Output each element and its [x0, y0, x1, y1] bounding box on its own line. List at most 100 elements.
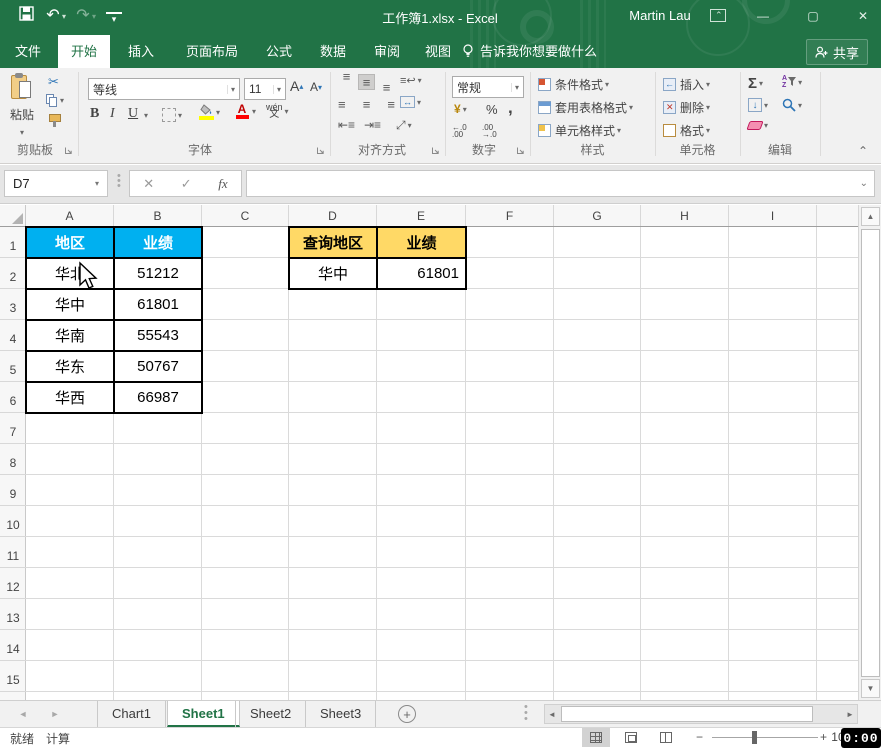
formula-input[interactable]: ⌄ [246, 170, 875, 197]
format-painter-button[interactable] [48, 114, 61, 127]
vertical-scrollbar-thumb[interactable] [861, 229, 880, 677]
align-left-button[interactable] [338, 96, 355, 112]
close-button[interactable]: ✕ [848, 4, 878, 28]
italic-button[interactable]: I [110, 106, 115, 122]
column-header-c[interactable]: C [202, 205, 289, 226]
row-header[interactable]: 3 [0, 289, 26, 320]
horizontal-scrollbar[interactable]: ◄ ► [544, 704, 858, 724]
scroll-down-button[interactable]: ▼ [861, 679, 880, 698]
row-header[interactable]: 13 [0, 599, 26, 630]
tab-view[interactable]: 视图 [412, 35, 464, 68]
region-table-header-cell[interactable]: 地区 [26, 227, 114, 258]
fill-color-button[interactable] [198, 104, 220, 120]
row-header[interactable]: 9 [0, 475, 26, 506]
collapse-ribbon-button[interactable] [858, 144, 868, 154]
row-header[interactable]: 11 [0, 537, 26, 568]
undo-button[interactable]: ↶ [44, 6, 62, 26]
phonetic-guide-button[interactable]: wén文 [266, 104, 289, 118]
wrap-text-button[interactable]: ≡↩ [400, 74, 422, 87]
increase-decimal-button[interactable]: ←.0.00 [452, 124, 467, 138]
increase-indent-button[interactable]: ⇥≡ [364, 118, 381, 132]
cell-e2[interactable]: 61801 [377, 258, 466, 289]
maximize-button[interactable]: ▢ [798, 4, 828, 28]
column-header-a[interactable]: A [26, 205, 114, 226]
tab-formulas[interactable]: 公式 [252, 35, 306, 68]
zoom-slider-thumb[interactable] [752, 731, 757, 744]
alignment-dialog-launcher[interactable] [431, 144, 441, 154]
cell-b4[interactable]: 55543 [114, 320, 202, 351]
name-box[interactable]: D7 ▾ [4, 170, 108, 197]
sheet-tab-chart1[interactable]: Chart1 [97, 701, 166, 727]
expand-formula-bar-button[interactable]: ⌄ [860, 178, 868, 189]
row-header[interactable]: 2 [0, 258, 26, 289]
clipboard-dialog-launcher[interactable] [64, 144, 74, 154]
orientation-button[interactable]: ⤢ [396, 118, 412, 133]
cell-d2[interactable]: 华中 [289, 258, 377, 289]
minimize-button[interactable]: — [748, 4, 778, 28]
align-right-button[interactable] [378, 96, 395, 112]
scroll-up-button[interactable]: ▲ [861, 207, 880, 226]
format-cells-button[interactable]: 格式 [663, 122, 710, 139]
align-bottom-button[interactable] [378, 74, 395, 90]
sheet-nav-left[interactable]: ◄ [12, 701, 34, 727]
autosum-button[interactable]: Σ [748, 75, 763, 92]
paste-dropdown[interactable] [20, 124, 24, 138]
align-top-button[interactable] [338, 74, 355, 90]
region-table-header-cell[interactable]: 业绩 [114, 227, 202, 258]
save-button[interactable] [16, 6, 36, 27]
insert-function-button[interactable]: fx [218, 176, 227, 192]
row-header[interactable]: 7 [0, 413, 26, 444]
cell-a3[interactable]: 华中 [26, 289, 114, 320]
cell-a2[interactable]: 华北 [26, 258, 114, 289]
sort-filter-button[interactable]: AZ [782, 75, 802, 89]
underline-button[interactable]: U [128, 106, 138, 122]
font-dialog-launcher[interactable] [316, 144, 326, 154]
cell-b2[interactable]: 51212 [114, 258, 202, 289]
select-all-corner[interactable] [0, 205, 26, 226]
column-header-i[interactable]: I [729, 205, 817, 226]
tab-home[interactable]: 开始 [58, 35, 110, 68]
column-header-b[interactable]: B [114, 205, 202, 226]
cell-b3[interactable]: 61801 [114, 289, 202, 320]
font-family-select[interactable]: 等线▾ [88, 78, 240, 100]
merge-center-button[interactable]: ↔ [400, 96, 421, 108]
cell-a6[interactable]: 华西 [26, 382, 114, 413]
bold-button[interactable]: B [90, 106, 99, 122]
sheet-tab-sheet2[interactable]: Sheet2 [235, 701, 306, 727]
tell-me-box[interactable]: 告诉我你想要做什么 [462, 35, 597, 68]
confirm-entry-button[interactable]: ✓ [181, 176, 192, 192]
ribbon-display-options-icon[interactable] [710, 9, 726, 22]
percent-style-button[interactable]: % [486, 102, 498, 117]
tab-data[interactable]: 数据 [306, 35, 360, 68]
row-header[interactable]: 5 [0, 351, 26, 382]
column-header-f[interactable]: F [466, 205, 554, 226]
name-box-dropdown[interactable]: ▾ [95, 179, 99, 188]
column-header-d[interactable]: D [289, 205, 377, 226]
row-header[interactable]: 6 [0, 382, 26, 413]
decrease-decimal-button[interactable]: .00→.0 [482, 124, 497, 138]
shrink-font-button[interactable]: A▾ [310, 80, 322, 94]
sheet-nav-right[interactable]: ► [44, 701, 66, 727]
accounting-format-button[interactable]: ¥ [454, 102, 467, 116]
row-header[interactable]: 14 [0, 630, 26, 661]
qat-customize-button[interactable]: ▾ [106, 12, 122, 24]
undo-dropdown[interactable]: ▾ [62, 12, 66, 21]
find-select-button[interactable] [782, 98, 802, 112]
share-button[interactable]: 共享 [806, 39, 868, 65]
user-account[interactable]: Martin Lau [620, 8, 700, 23]
tab-file[interactable]: 文件 [0, 35, 56, 68]
align-center-button[interactable] [358, 96, 375, 112]
vertical-scrollbar[interactable]: ▲ ▼ [858, 205, 881, 700]
cancel-entry-button[interactable]: ✕ [143, 176, 154, 192]
scroll-right-button[interactable]: ► [843, 708, 857, 720]
clear-button[interactable] [748, 121, 768, 130]
query-table-header-cell[interactable]: 查询地区 [289, 227, 377, 258]
formula-bar-splitter[interactable]: ••• [117, 174, 120, 194]
insert-cells-button[interactable]: 插入 [663, 76, 710, 93]
cell-b5[interactable]: 50767 [114, 351, 202, 382]
horizontal-scrollbar-thumb[interactable] [561, 706, 813, 722]
cell-b6[interactable]: 66987 [114, 382, 202, 413]
cell-a5[interactable]: 华东 [26, 351, 114, 382]
zoom-out-button[interactable]: − [696, 730, 703, 744]
zoom-slider-track[interactable] [712, 737, 818, 738]
